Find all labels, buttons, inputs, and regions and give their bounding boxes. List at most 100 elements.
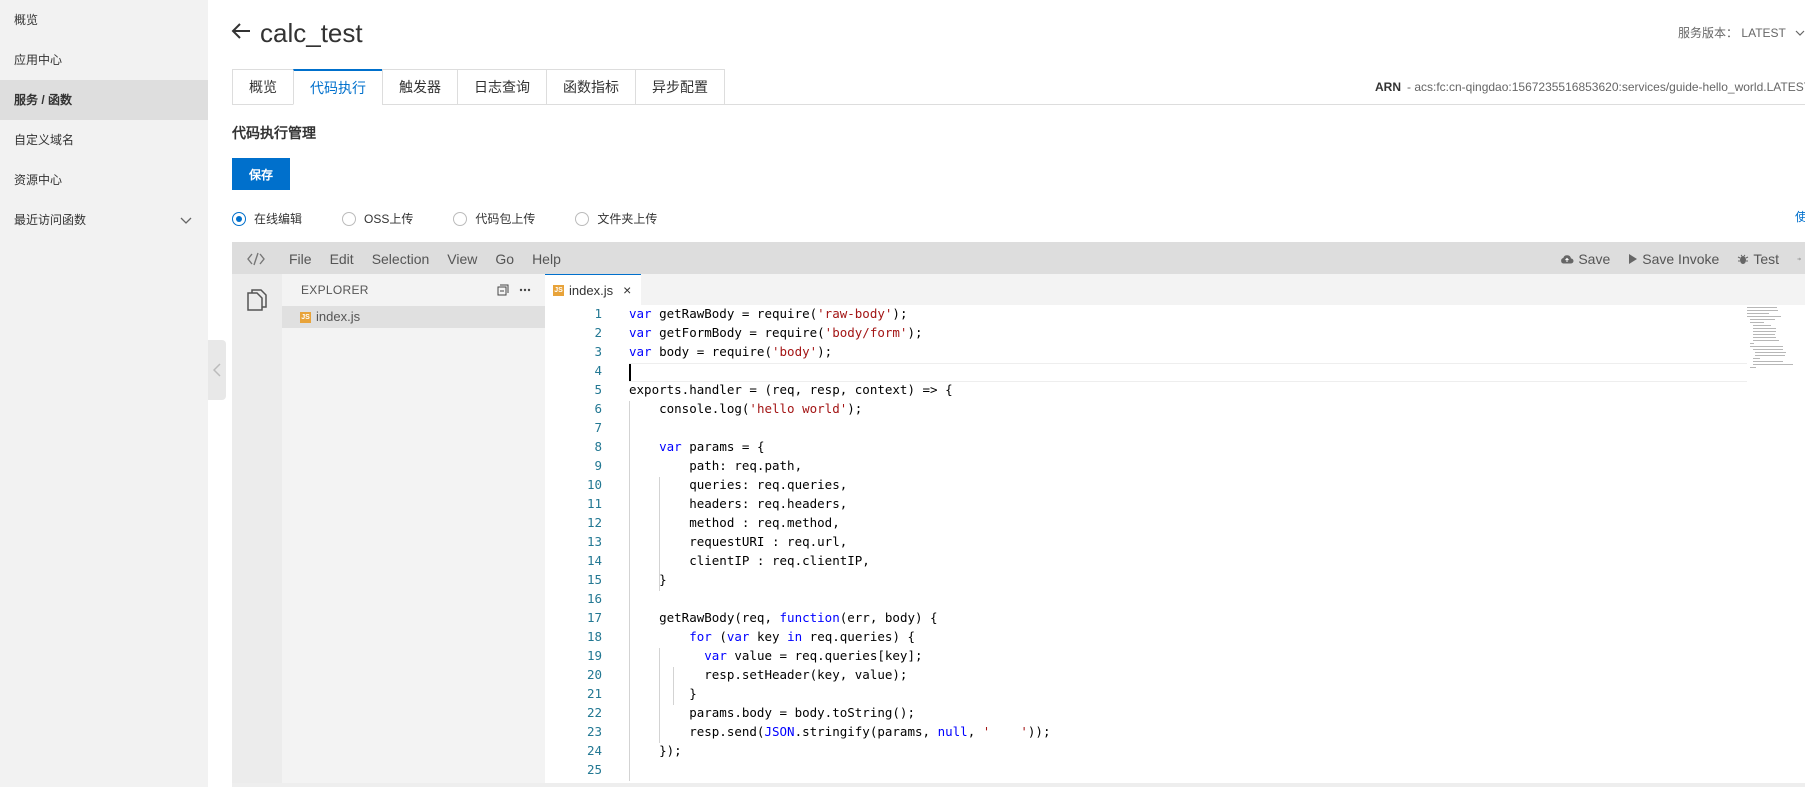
ide-save-button[interactable]: Save bbox=[1560, 251, 1610, 267]
usage-link[interactable]: 使 bbox=[1795, 208, 1805, 225]
sidebar-item-app-center[interactable]: 应用中心 bbox=[0, 40, 208, 80]
radio-dot bbox=[232, 211, 246, 226]
sidebar-item-recent-functions[interactable]: 最近访问函数 bbox=[0, 200, 208, 240]
tab-function-metrics[interactable]: 函数指标 bbox=[546, 69, 635, 105]
back-arrow-icon[interactable] bbox=[230, 20, 252, 42]
sidebar-item-custom-domain[interactable]: 自定义域名 bbox=[0, 120, 208, 160]
tab-async-config[interactable]: 异步配置 bbox=[635, 69, 725, 105]
ide-save-invoke-button[interactable]: Save Invoke bbox=[1628, 251, 1719, 267]
ide-bottom-border bbox=[232, 783, 1805, 787]
sidebar-item-resource-center[interactable]: 资源中心 bbox=[0, 160, 208, 200]
code-line: var body = require('body'); bbox=[629, 344, 833, 359]
version-value: LATEST bbox=[1741, 26, 1786, 40]
close-icon[interactable]: × bbox=[623, 282, 631, 298]
arrow-icon bbox=[1797, 257, 1801, 260]
line-number: 23 bbox=[586, 724, 602, 739]
menu-go[interactable]: Go bbox=[486, 251, 523, 267]
tab-overview[interactable]: 概览 bbox=[232, 69, 293, 105]
minimap-line bbox=[1750, 319, 1775, 320]
line-number: 11 bbox=[586, 496, 602, 511]
menu-view[interactable]: View bbox=[438, 251, 486, 267]
code-line: console.log('hello world'); bbox=[629, 401, 863, 416]
minimap-line bbox=[1753, 358, 1760, 359]
save-button[interactable]: 保存 bbox=[232, 158, 290, 190]
arn-display: ARN - acs:fc:cn-qingdao:1567235516853620:… bbox=[1375, 80, 1805, 94]
version-label: 服务版本： bbox=[1678, 26, 1739, 40]
line-number: 8 bbox=[594, 439, 602, 454]
code-area[interactable]: 1 var getRawBody = require('raw-body'); 2 v… bbox=[545, 305, 1805, 787]
code-editor-ide: File Edit Selection View Go Help Save Sa… bbox=[232, 242, 1805, 787]
sidebar-item-label: 自定义域名 bbox=[14, 133, 75, 147]
line-number: 25 bbox=[586, 762, 602, 777]
code-line: var value = req.queries[key]; bbox=[704, 648, 923, 663]
code-line: resp.send(JSON.stringify(params, null, '… bbox=[629, 724, 1051, 739]
ide-explorer-panel: EXPLORER JS index.js bbox=[282, 274, 545, 787]
ide-save-invoke-label: Save Invoke bbox=[1642, 250, 1720, 267]
sidebar-item-services-functions[interactable]: 服务 / 函数 bbox=[0, 80, 208, 120]
minimap-line bbox=[1750, 346, 1783, 347]
more-options-icon[interactable] bbox=[519, 288, 531, 292]
explorer-file-item[interactable]: JS index.js bbox=[282, 306, 545, 328]
collapse-all-icon[interactable] bbox=[497, 284, 509, 296]
line-number: 10 bbox=[586, 477, 602, 492]
version-selector[interactable]: 服务版本： LATEST bbox=[1678, 24, 1805, 41]
minimap-line bbox=[1753, 337, 1776, 338]
menu-selection[interactable]: Selection bbox=[363, 251, 439, 267]
minimap-line bbox=[1753, 328, 1776, 329]
editor-tab-index-js[interactable]: JS index.js × bbox=[545, 274, 641, 305]
tab-triggers[interactable]: 触发器 bbox=[382, 69, 457, 105]
editor-minimap[interactable] bbox=[1747, 305, 1805, 368]
chevron-down-icon bbox=[1795, 30, 1805, 36]
function-tabs: 概览 代码执行 触发器 日志查询 函数指标 异步配置 bbox=[232, 69, 725, 105]
radio-online-edit[interactable]: 在线编辑 bbox=[232, 210, 302, 227]
ide-actions: Save Save Invoke Test bbox=[1560, 243, 1805, 274]
explorer-header: EXPLORER bbox=[282, 274, 545, 306]
ide-more-button[interactable] bbox=[1797, 254, 1805, 264]
sidebar-collapse-handle[interactable] bbox=[208, 340, 226, 400]
play-icon bbox=[1629, 253, 1638, 264]
line-number: 21 bbox=[586, 686, 602, 701]
code-line: path: req.path, bbox=[629, 458, 803, 473]
minimap-line bbox=[1750, 343, 1754, 344]
editor-tabs: JS index.js × bbox=[545, 274, 1805, 305]
arn-value: - acs:fc:cn-qingdao:1567235516853620:ser… bbox=[1407, 80, 1805, 94]
tab-log-query[interactable]: 日志查询 bbox=[457, 69, 546, 105]
arn-label: ARN bbox=[1375, 80, 1401, 94]
radio-label: 在线编辑 bbox=[254, 212, 303, 226]
radio-dot bbox=[342, 211, 357, 226]
radio-label: 文件夹上传 bbox=[597, 212, 658, 226]
line-number: 24 bbox=[586, 743, 602, 758]
ide-menubar: File Edit Selection View Go Help Save Sa… bbox=[232, 243, 1805, 274]
line-number: 17 bbox=[586, 610, 602, 625]
cloud-upload-icon bbox=[1561, 254, 1574, 263]
radio-package-upload[interactable]: 代码包上传 bbox=[453, 210, 535, 227]
line-number: 20 bbox=[586, 667, 602, 682]
radio-folder-upload[interactable]: 文件夹上传 bbox=[575, 210, 657, 227]
sidebar-item-overview[interactable]: 概览 bbox=[0, 0, 208, 40]
sidebar-item-label: 应用中心 bbox=[14, 53, 63, 67]
tab-code-execution[interactable]: 代码执行 bbox=[293, 69, 382, 105]
ide-test-button[interactable]: Test bbox=[1737, 251, 1779, 267]
line-number: 16 bbox=[586, 591, 602, 606]
menu-help[interactable]: Help bbox=[523, 251, 570, 267]
code-line: var params = { bbox=[659, 439, 765, 454]
menu-edit[interactable]: Edit bbox=[321, 251, 363, 267]
minimap-line bbox=[1747, 307, 1777, 308]
ide-editor: JS index.js × 1 var getRawBody = require(… bbox=[545, 274, 1805, 787]
minimap-line bbox=[1747, 316, 1781, 317]
line-number: 7 bbox=[594, 420, 602, 435]
menu-file[interactable]: File bbox=[280, 251, 321, 267]
explorer-title: EXPLORER bbox=[301, 283, 369, 297]
code-line: var getFormBody = require('body/form'); bbox=[629, 325, 923, 340]
js-file-icon: JS bbox=[553, 284, 564, 296]
minimap-line bbox=[1753, 361, 1783, 362]
code-line: var getRawBody = require('raw-body'); bbox=[629, 306, 908, 321]
line-number: 13 bbox=[586, 534, 602, 549]
radio-oss-upload[interactable]: OSS上传 bbox=[342, 210, 413, 227]
files-icon[interactable] bbox=[246, 288, 268, 312]
explorer-file-name: index.js bbox=[316, 309, 361, 324]
minimap-line bbox=[1753, 364, 1793, 365]
ide-save-label: Save bbox=[1578, 250, 1611, 267]
line-number: 5 bbox=[594, 382, 602, 397]
ide-activity-bar bbox=[232, 274, 282, 787]
